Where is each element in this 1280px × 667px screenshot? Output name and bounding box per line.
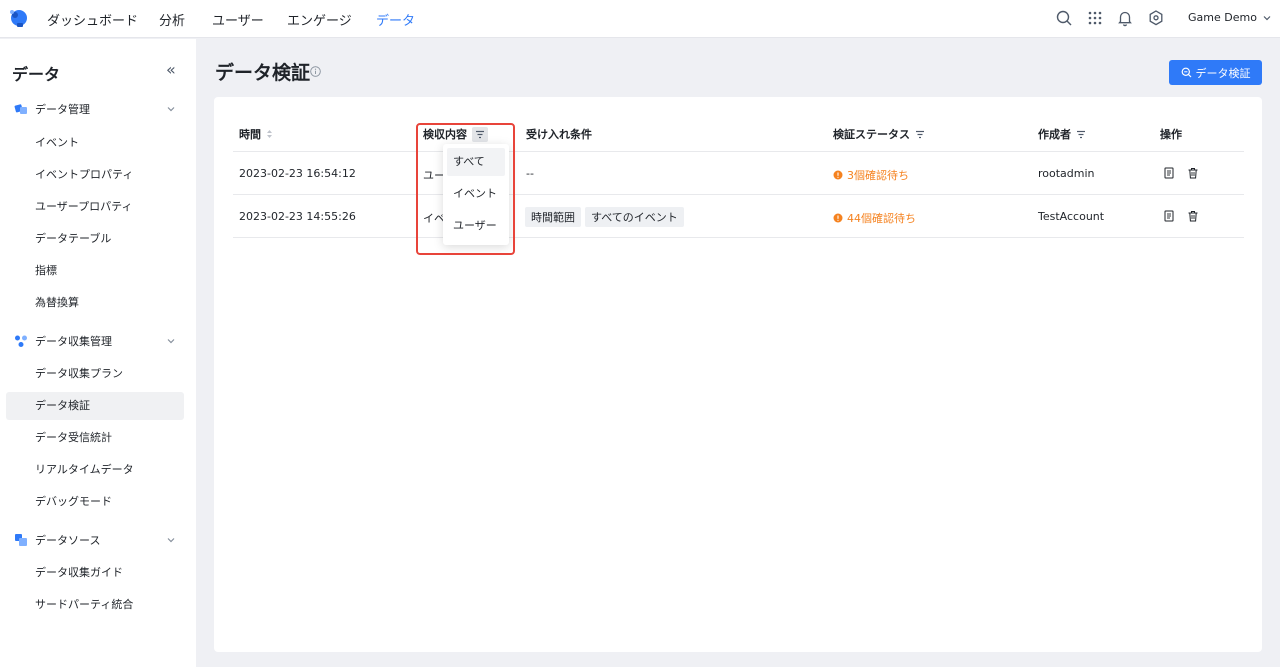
column-header-status: 検証ステータス: [833, 126, 925, 142]
sidebar-item-collection-guide[interactable]: データ収集ガイド: [6, 559, 184, 587]
gear-icon[interactable]: [1147, 9, 1165, 27]
sidebar-group-label: データソース: [35, 534, 101, 547]
column-label: 操作: [1160, 128, 1182, 141]
collapse-sidebar-icon[interactable]: «: [166, 60, 176, 79]
filter-icon: [476, 130, 484, 138]
data-verification-button[interactable]: データ検証: [1169, 60, 1262, 85]
sidebar-item-events[interactable]: イベント: [6, 129, 184, 157]
chevron-down-icon: [167, 339, 175, 344]
column-header-actions: 操作: [1160, 126, 1182, 142]
apps-grid-icon[interactable]: [1086, 9, 1104, 27]
nav-item-users[interactable]: ユーザー: [212, 10, 264, 29]
cell-time: 2023-02-23 16:54:12: [239, 167, 356, 180]
nav-item-analysis[interactable]: 分析: [159, 10, 185, 29]
filter-icon[interactable]: [1076, 130, 1086, 139]
cell-status[interactable]: 44個確認待ち: [833, 210, 916, 226]
cell-content: ユー: [423, 169, 445, 182]
chevron-down-icon: [167, 538, 175, 543]
status-text: 3個確認待ち: [847, 169, 909, 182]
content-filter-button[interactable]: [472, 126, 488, 142]
column-label: 検収内容: [423, 128, 467, 141]
filter-icon[interactable]: [915, 130, 925, 139]
content-filter-dropdown: すべて イベント ユーザー: [443, 144, 509, 245]
sidebar-item-metrics[interactable]: 指標: [6, 257, 184, 285]
info-icon[interactable]: [310, 66, 321, 77]
table-card: [214, 97, 1262, 652]
filter-option-user[interactable]: ユーザー: [447, 212, 505, 240]
sidebar-item-realtime-data[interactable]: リアルタイムデータ: [6, 456, 184, 484]
nav-item-dashboard[interactable]: ダッシュボード: [47, 10, 138, 29]
layers-icon: [15, 534, 27, 546]
sidebar-item-debug-mode[interactable]: デバッグモード: [6, 488, 184, 516]
cell-status[interactable]: 3個確認待ち: [833, 167, 909, 183]
filter-option-all[interactable]: すべて: [447, 148, 505, 176]
bell-icon[interactable]: [1116, 9, 1134, 27]
zoom-search-icon: [1181, 67, 1191, 78]
cell-time: 2023-02-23 14:55:26: [239, 210, 356, 223]
workspace-name: Game Demo: [1188, 11, 1257, 24]
column-header-creator: 作成者: [1038, 126, 1086, 142]
sidebar-item-data-verification[interactable]: データ検証: [6, 392, 184, 420]
row-divider: [233, 194, 1244, 195]
document-icon[interactable]: [1163, 210, 1175, 222]
sidebar-item-collection-plan[interactable]: データ収集プラン: [6, 360, 184, 388]
sort-icon[interactable]: [266, 129, 273, 139]
sidebar-item-event-properties[interactable]: イベントプロパティ: [6, 161, 184, 189]
page-title: データ検証: [215, 62, 311, 84]
trash-icon[interactable]: [1187, 210, 1199, 222]
nodes-icon: [15, 335, 27, 347]
sidebar-item-reception-stats[interactable]: データ受信統計: [6, 424, 184, 452]
trash-icon[interactable]: [1187, 167, 1199, 179]
sidebar-item-currency-conversion[interactable]: 為替換算: [6, 289, 184, 317]
sidebar-title: データ: [12, 65, 61, 84]
warning-icon: [833, 213, 843, 223]
column-header-content: 検収内容: [423, 126, 488, 142]
sidebar: データ « データ管理 イベント イベントプロパティ ユーザープロパティ データ…: [0, 39, 196, 667]
nav-item-data[interactable]: データ: [376, 10, 415, 29]
status-text: 44個確認待ち: [847, 212, 916, 225]
cell-creator: TestAccount: [1038, 210, 1105, 223]
filter-option-event[interactable]: イベント: [447, 180, 505, 208]
cell-conditions: 時間範囲 すべてのイベント: [525, 207, 688, 227]
column-label: 検証ステータス: [833, 128, 910, 141]
sidebar-group-data-management[interactable]: データ管理: [14, 101, 184, 119]
app-logo-icon[interactable]: [7, 7, 29, 29]
header-divider: [233, 151, 1244, 152]
sidebar-item-third-party[interactable]: サードパーティ統合: [6, 591, 184, 619]
condition-tag: すべてのイベント: [585, 207, 684, 227]
cell-content: イベ: [423, 212, 445, 225]
row-divider: [233, 237, 1244, 238]
cubes-icon: [14, 104, 27, 114]
sidebar-group-label: データ収集管理: [35, 335, 112, 348]
chevron-down-icon: [1264, 16, 1271, 21]
sidebar-item-data-tables[interactable]: データテーブル: [6, 225, 184, 253]
sidebar-group-label: データ管理: [35, 103, 90, 116]
workspace-selector[interactable]: Game Demo: [1188, 11, 1271, 24]
document-icon[interactable]: [1163, 167, 1175, 179]
sidebar-group-data-collection[interactable]: データ収集管理: [14, 333, 184, 351]
column-label: 時間: [239, 128, 261, 141]
nav-item-engage[interactable]: エンゲージ: [287, 10, 352, 29]
column-header-conditions: 受け入れ条件: [526, 126, 592, 142]
top-navigation-bar: ダッシュボード 分析 ユーザー エンゲージ データ Game Demo: [0, 0, 1280, 38]
search-icon[interactable]: [1055, 9, 1073, 27]
sidebar-item-user-properties[interactable]: ユーザープロパティ: [6, 193, 184, 221]
chevron-down-icon: [167, 107, 175, 112]
condition-tag: 時間範囲: [525, 207, 581, 227]
button-label: データ検証: [1195, 66, 1251, 80]
cell-conditions: --: [526, 167, 534, 180]
sidebar-group-data-sources[interactable]: データソース: [14, 532, 184, 550]
column-header-time[interactable]: 時間: [239, 126, 273, 142]
warning-icon: [833, 170, 843, 180]
column-label: 作成者: [1038, 128, 1071, 141]
cell-creator: rootadmin: [1038, 167, 1095, 180]
column-label: 受け入れ条件: [526, 128, 592, 141]
